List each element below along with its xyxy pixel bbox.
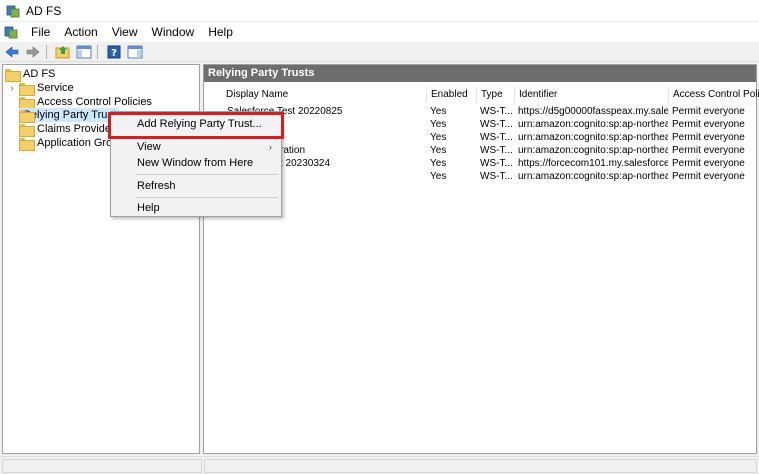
menu-item-refresh[interactable]: Refresh <box>112 177 280 195</box>
svg-text:?: ? <box>111 48 117 59</box>
table-row[interactable]: Yes WS-T... urn:amazon:cognito:sp:ap-nor… <box>204 131 756 144</box>
menu-action[interactable]: Action <box>57 22 104 42</box>
folder-icon <box>19 82 35 96</box>
menu-item-help[interactable]: Help <box>112 199 280 217</box>
status-segment <box>204 459 757 473</box>
tree-item-service[interactable]: › Service <box>7 81 74 96</box>
column-header-display-name[interactable]: Display Name <box>222 87 426 103</box>
toolbar-separator <box>46 44 47 59</box>
chevron-right-icon[interactable]: › <box>7 83 17 93</box>
table-row[interactable]: t 20230324 Yes WS-T... https://forcecom1… <box>204 157 756 170</box>
adfs-window: AD FS File Action View Window Help ? AD … <box>0 0 759 474</box>
show-hide-console-tree-icon[interactable] <box>75 44 93 60</box>
tree-item-access-control-policies[interactable]: Access Control Policies <box>19 95 152 110</box>
column-headers: Display Name Enabled Type Identifier Acc… <box>204 87 759 103</box>
up-folder-icon[interactable] <box>54 44 72 60</box>
pane-header-title: Relying Party Trusts <box>204 65 756 82</box>
mmc-system-icon[interactable] <box>4 25 18 39</box>
folder-icon <box>5 68 21 82</box>
table-row[interactable]: ration Yes WS-T... urn:amazon:cognito:sp… <box>204 144 756 157</box>
table-row[interactable]: Yes WS-T... urn:amazon:cognito:sp:ap-nor… <box>204 118 756 131</box>
status-segment <box>2 459 202 473</box>
column-header-enabled[interactable]: Enabled <box>426 87 476 103</box>
folder-icon <box>19 137 35 151</box>
folder-icon <box>19 96 35 110</box>
menu-file[interactable]: File <box>24 22 57 42</box>
menu-item-new-window-from-here[interactable]: New Window from Here <box>112 154 280 172</box>
menu-separator <box>136 197 278 198</box>
tree-item-adfs-root[interactable]: AD FS <box>5 67 55 82</box>
menu-item-view-label: View <box>137 141 161 153</box>
status-bar <box>0 456 759 474</box>
back-arrow-icon[interactable] <box>3 44 21 60</box>
toolbar-separator <box>97 44 98 59</box>
table-row[interactable]: Yes WS-T... urn:amazon:cognito:sp:ap-nor… <box>204 170 756 183</box>
window-title: AD FS <box>26 3 62 18</box>
adfs-app-icon <box>6 4 20 18</box>
highlight-annotation-box <box>108 112 284 139</box>
column-header-type[interactable]: Type <box>476 87 514 103</box>
forward-arrow-icon[interactable] <box>24 44 42 60</box>
menu-window[interactable]: Window <box>145 22 202 42</box>
menu-bar: File Action View Window Help <box>0 22 759 42</box>
show-hide-action-pane-icon[interactable] <box>126 44 144 60</box>
toolbar: ? <box>0 42 759 62</box>
menu-separator <box>136 174 278 175</box>
column-header-identifier[interactable]: Identifier <box>514 87 668 103</box>
column-header-access-control-policy[interactable]: Access Control Policy <box>668 87 759 103</box>
title-bar: AD FS <box>0 0 759 22</box>
menu-help[interactable]: Help <box>201 22 240 42</box>
table-row[interactable]: Salesforce Test 20220825 Yes WS-T... htt… <box>204 105 756 118</box>
results-pane: Relying Party Trusts Display Name Enable… <box>203 64 759 454</box>
tree-item-relying-party-trusts[interactable]: Relying Party Trusts <box>19 108 121 123</box>
menu-view[interactable]: View <box>105 22 145 42</box>
folder-icon <box>19 123 35 137</box>
help-icon[interactable]: ? <box>105 44 123 60</box>
